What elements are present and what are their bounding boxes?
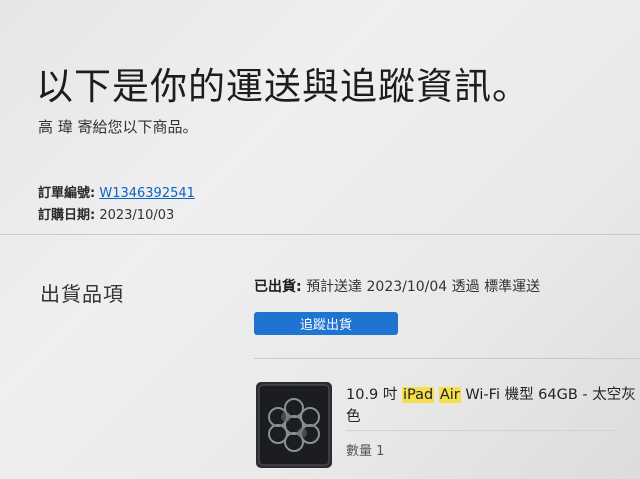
item-quantity: 數量 1 xyxy=(346,444,385,459)
product-name-prefix: 10.9 吋 xyxy=(346,387,403,403)
shipment-status-label: 已出貨: xyxy=(254,279,302,295)
order-number-label: 訂單編號: xyxy=(38,186,96,201)
page-title: 以下是你的運送與追蹤資訊。 xyxy=(36,65,530,108)
ipad-wallpaper-icon xyxy=(258,384,330,466)
sender-line: 高 瑋 寄給您以下商品。 xyxy=(38,118,198,136)
item-detail-divider xyxy=(346,430,618,431)
product-name-ipad: iPad xyxy=(402,387,435,403)
shipment-status-detail: 預計送達 2023/10/04 透過 標準運送 xyxy=(306,279,541,295)
order-number-link[interactable]: W1346392541 xyxy=(99,186,195,201)
order-date-row: 訂購日期: 2023/10/03 xyxy=(38,204,174,223)
product-name-air: Air xyxy=(438,387,461,403)
section-divider xyxy=(0,234,640,235)
track-shipment-button[interactable]: 追蹤出貨 xyxy=(254,312,398,335)
shipment-status: 已出貨: 預計送達 2023/10/04 透過 標準運送 xyxy=(254,276,540,296)
item-divider xyxy=(254,358,640,359)
ipad-air-thumbnail xyxy=(256,382,332,468)
order-number-row: 訂單編號: W1346392541 xyxy=(38,182,195,201)
shipment-section-title: 出貨品項 xyxy=(40,282,124,306)
order-date-value: 2023/10/03 xyxy=(99,208,175,223)
order-date-label: 訂購日期: xyxy=(38,208,96,223)
product-name: 10.9 吋 iPad Air Wi-Fi 機型 64GB - 太空灰色 xyxy=(346,384,636,428)
